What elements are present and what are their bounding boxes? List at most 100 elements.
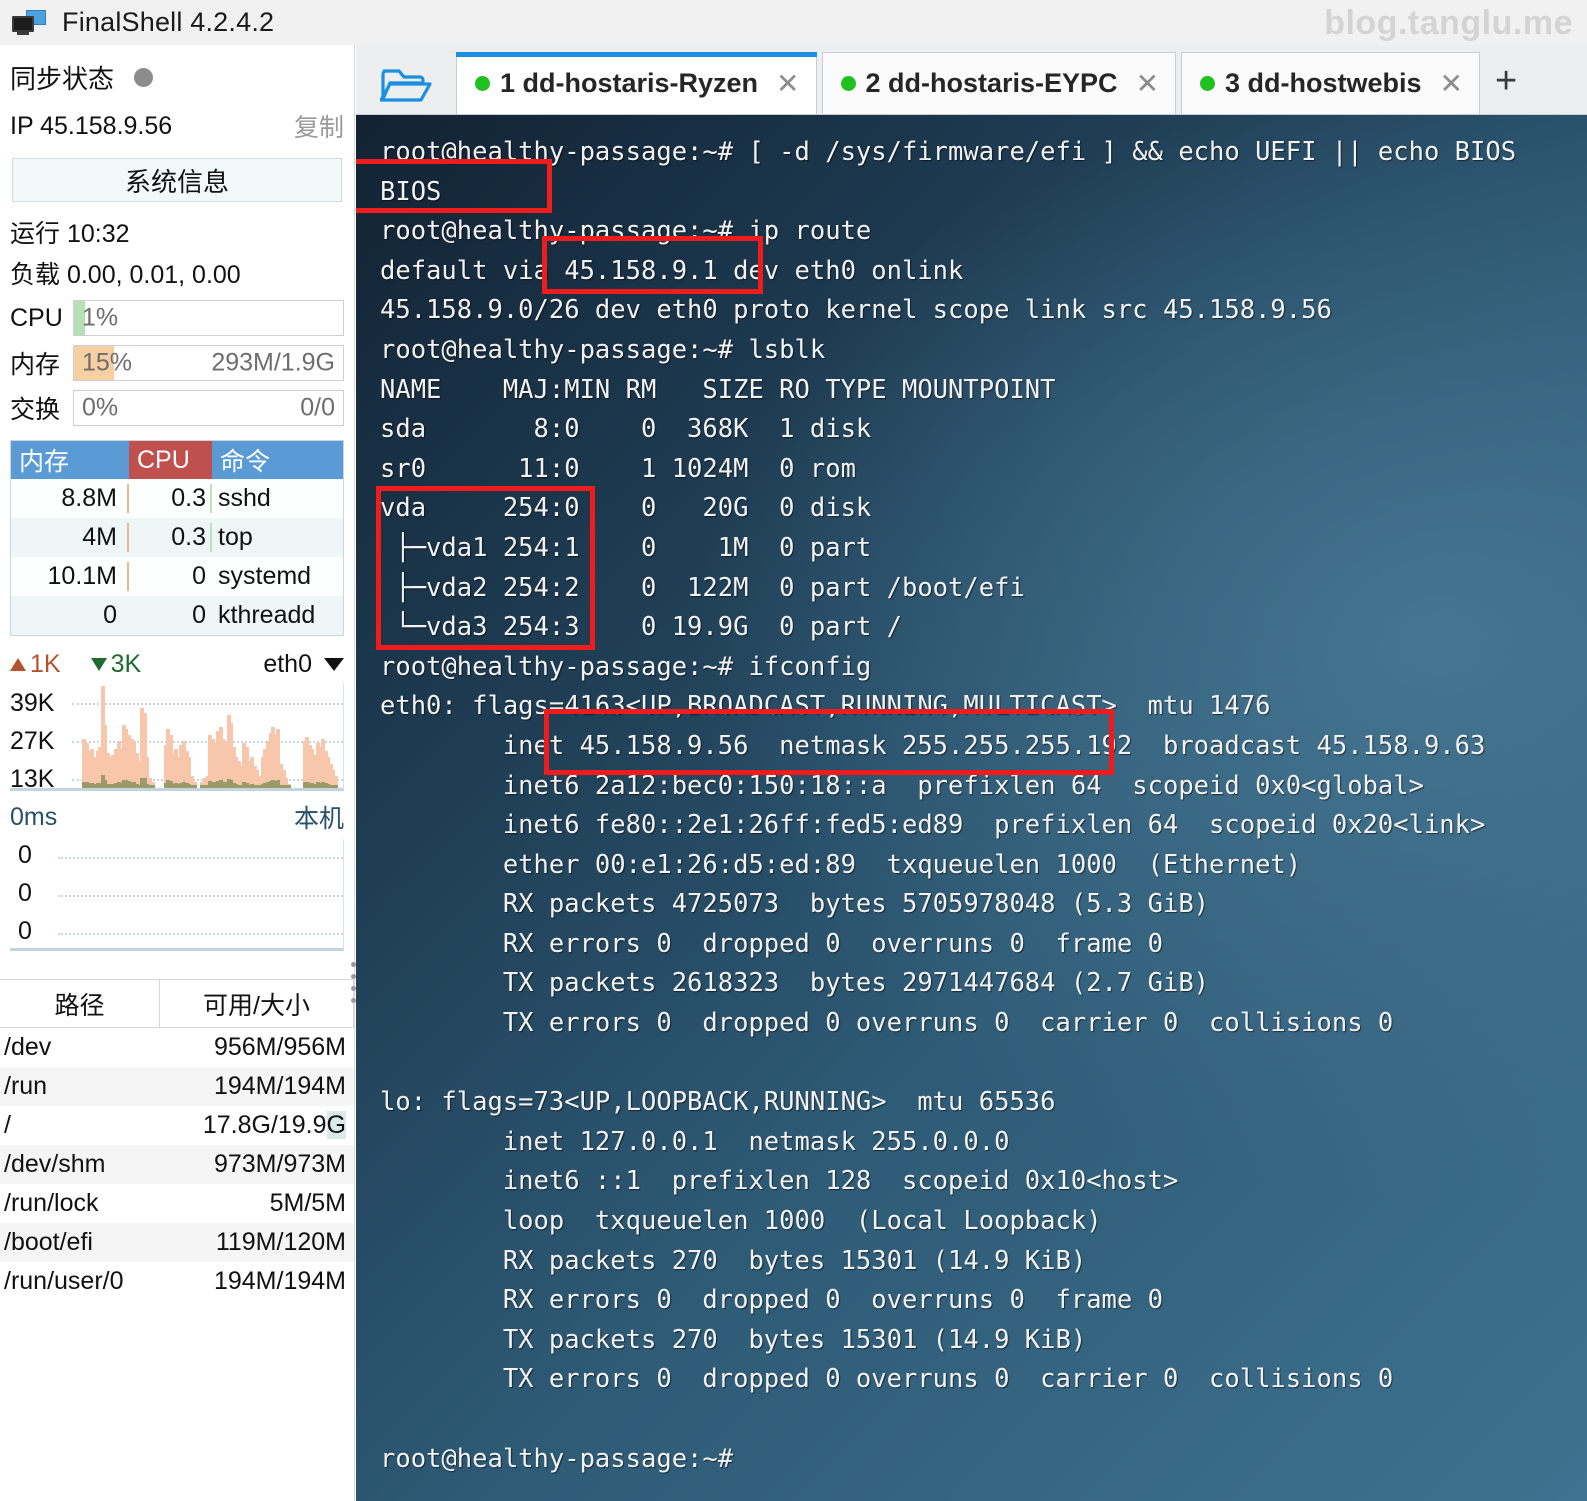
tab-close-icon[interactable]: ✕ <box>776 69 799 98</box>
process-mem: 8.8M <box>11 484 129 513</box>
disk-size: 194M/194M <box>213 1072 346 1100</box>
process-mem: 10.1M <box>11 562 129 591</box>
sync-status-row: 同步状态 <box>10 59 354 96</box>
arrow-down-icon <box>90 658 107 671</box>
new-tab-button[interactable]: + <box>1495 62 1517 100</box>
process-cpu: 0 <box>192 601 206 629</box>
disk-row[interactable]: /run/lock 5M/5M <box>0 1184 354 1223</box>
tab-label: 1 dd-hostaris-Ryzen <box>500 68 759 98</box>
process-table-header: 内存 CPU 命令 <box>11 441 343 479</box>
ip-address-label: IP 45.158.9.56 <box>10 111 173 140</box>
chevron-down-icon <box>324 658 344 671</box>
ping-gridline <box>58 895 343 897</box>
process-row[interactable]: 0 0 kthreadd <box>11 596 343 635</box>
sync-status-label: 同步状态 <box>10 64 115 94</box>
disk-path: / <box>4 1111 11 1139</box>
meter-row-mem: 内存 15% 293M/1.9G <box>10 345 344 381</box>
meter-percent-cpu: 1% <box>82 303 119 332</box>
folder-open-icon[interactable] <box>356 52 456 114</box>
tab-status-dot-icon <box>840 76 856 91</box>
disk-col-size[interactable]: 可用/大小 <box>160 980 354 1028</box>
ping-ytick: 0 <box>18 841 32 869</box>
tab-close-icon[interactable]: ✕ <box>1136 69 1159 98</box>
watermark: blog.tanglu.me <box>1324 4 1573 42</box>
ping-host-label[interactable]: 本机 <box>294 799 344 835</box>
process-row[interactable]: 10.1M 0 systemd <box>11 557 343 596</box>
arrow-up-icon <box>10 658 26 671</box>
process-table: 内存 CPU 命令 8.8M 0.3 sshd 4M 0.3 top 10.1M 0 syste… <box>10 440 344 636</box>
process-col-cpu[interactable]: CPU <box>129 441 212 479</box>
disk-usage-table: 路径 可用/大小 /dev 956M/956M/run 194M/194M / 17.8… <box>0 979 354 1301</box>
load-average-label: 负载 0.00, 0.01, 0.00 <box>10 261 241 289</box>
network-chart-yaxis: 39K 27K 13K <box>10 683 68 793</box>
disk-path: /run/user/0 <box>4 1267 124 1295</box>
process-col-mem[interactable]: 内存 <box>11 441 129 479</box>
ping-latency-label: 0ms <box>10 802 58 831</box>
title-bar: FinalShell 4.2.4.2 blog.tanglu.me <box>0 0 1587 45</box>
network-header: 1K 3K eth0 <box>10 650 344 679</box>
ping-chart-yaxis: 0 0 0 <box>10 839 50 948</box>
process-table-body: 8.8M 0.3 sshd 4M 0.3 top 10.1M 0 systemd 0 0 kthrea… <box>11 479 343 635</box>
process-row[interactable]: 8.8M 0.3 sshd <box>11 479 343 518</box>
tab-2[interactable]: 2 dd-hostaris-EYPC ✕ <box>821 52 1177 114</box>
tab-label: 2 dd-hostaris-EYPC <box>865 68 1118 98</box>
disk-table-body: /dev 956M/956M/run 194M/194M / 17.8G/19.9G/d… <box>0 1028 354 1301</box>
network-bar-secondary <box>192 785 197 788</box>
resource-meters: CPU 1% 内存 15% 293M/1.9G 交换 0% 0/0 <box>0 300 354 426</box>
network-ytick: 27K <box>10 727 55 755</box>
disk-table-header: 路径 可用/大小 <box>0 980 354 1028</box>
process-cmd: kthreadd <box>218 601 316 629</box>
disk-row[interactable]: /dev 956M/956M <box>0 1028 354 1067</box>
tab-close-icon[interactable]: ✕ <box>1440 69 1463 98</box>
tab-1[interactable]: 1 dd-hostaris-Ryzen ✕ <box>456 52 817 114</box>
app-logo-icon <box>12 9 46 36</box>
ping-gridline <box>58 933 343 935</box>
network-bar-secondary <box>286 785 291 788</box>
disk-size: 119M/120M <box>215 1228 346 1256</box>
disk-path: /run/lock <box>4 1189 99 1217</box>
disk-path: /dev/shm <box>4 1150 106 1178</box>
process-col-cmd[interactable]: 命令 <box>212 441 343 479</box>
ping-gridline <box>58 857 343 859</box>
meter-percent-mem: 15% <box>82 348 133 377</box>
disk-row[interactable]: /run 194M/194M <box>0 1067 354 1106</box>
ping-ytick: 0 <box>18 917 32 945</box>
network-bar-secondary <box>334 785 338 788</box>
status-dot-icon <box>134 68 154 87</box>
uptime-label: 运行 10:32 <box>10 220 130 248</box>
system-info-button[interactable]: 系统信息 <box>12 158 342 202</box>
copy-button[interactable]: 复制 <box>294 108 344 144</box>
network-upload: 1K <box>10 650 61 679</box>
terminal-output: root@healthy-passage:~# [ -d /sys/firmwa… <box>380 137 1517 1474</box>
tab-status-dot-icon <box>1200 76 1216 91</box>
network-gridline <box>72 703 343 705</box>
ip-row: IP 45.158.9.56 复制 <box>10 108 344 144</box>
process-mem: 4M <box>11 523 129 552</box>
disk-row[interactable]: /boot/efi 119M/120M <box>0 1223 354 1262</box>
process-cmd: systemd <box>218 562 312 590</box>
network-interface-label: eth0 <box>263 650 312 678</box>
disk-size: 973M/973M <box>213 1150 346 1178</box>
ping-header: 0ms 本机 <box>10 799 344 835</box>
meter-row-cpu: CPU 1% <box>10 300 344 336</box>
network-upload-value: 1K <box>30 650 61 678</box>
disk-row[interactable]: / 17.8G/19.9G <box>0 1106 354 1145</box>
disk-row[interactable]: /dev/shm 973M/973M <box>0 1145 354 1184</box>
network-chart-plot <box>72 683 343 788</box>
app-title: FinalShell 4.2.4.2 <box>62 7 275 37</box>
meter-row-swap: 交换 0% 0/0 <box>10 390 344 426</box>
meter-detail-swap: 0/0 <box>300 393 335 422</box>
process-row[interactable]: 4M 0.3 top <box>11 518 343 557</box>
disk-row[interactable]: /run/user/0 194M/194M <box>0 1262 354 1301</box>
terminal-panel[interactable]: root@healthy-passage:~# [ -d /sys/firmwa… <box>356 115 1587 1501</box>
disk-col-path[interactable]: 路径 <box>0 980 160 1028</box>
tab-3[interactable]: 3 dd-hostwebis ✕ <box>1181 52 1481 114</box>
tab-status-dot-icon <box>475 76 490 91</box>
network-panel: 1K 3K eth0 39K 27K 13K <box>10 650 344 793</box>
ping-chart: 0 0 0 <box>10 839 344 951</box>
meter-percent-swap: 0% <box>82 393 119 422</box>
tab-label: 3 dd-hostwebis <box>1225 68 1422 98</box>
network-traffic-chart: 39K 27K 13K <box>10 683 344 793</box>
network-download: 3K <box>90 650 141 679</box>
network-interface-selector[interactable]: eth0 <box>263 650 344 679</box>
